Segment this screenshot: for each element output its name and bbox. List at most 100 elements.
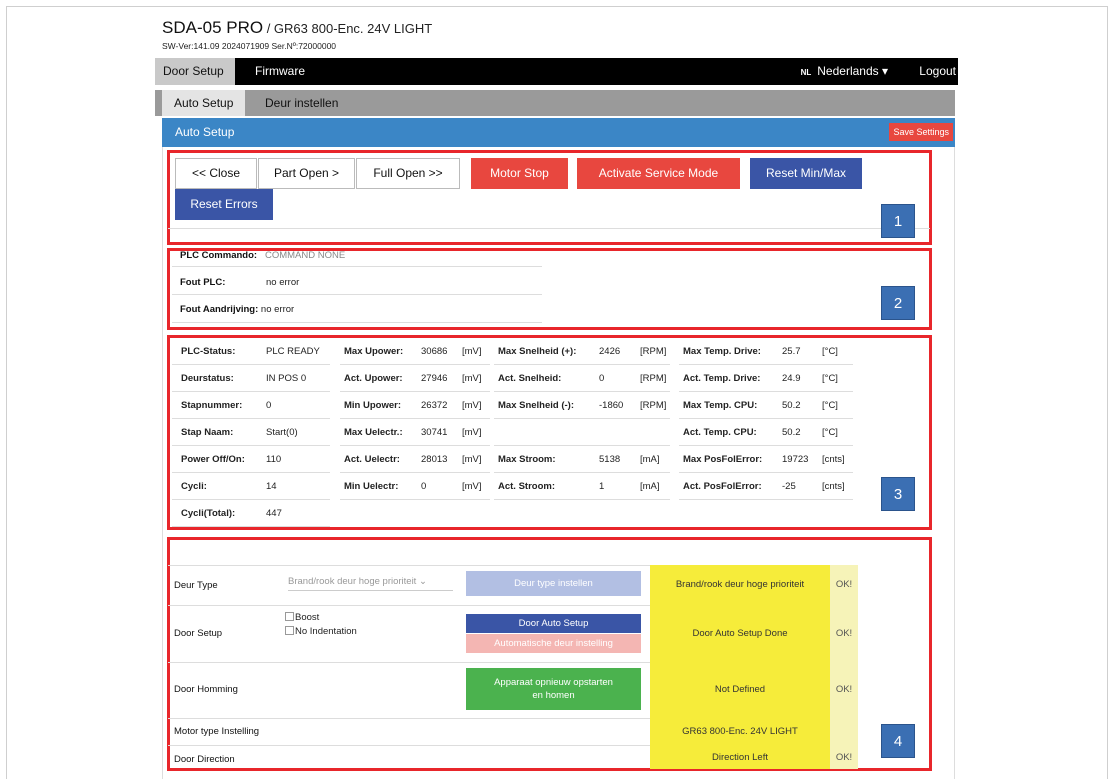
status-value: 30741 — [421, 427, 448, 438]
status-label: Max Uelectr.: — [344, 427, 403, 438]
status-unit: [cnts] — [822, 454, 845, 465]
divider — [172, 322, 542, 323]
deur-type-instellen-button[interactable]: Deur type instellen — [466, 571, 641, 596]
plc-commando-label: PLC Commando: — [180, 250, 258, 261]
status-unit: [mV] — [462, 454, 482, 465]
tab-deur-instellen[interactable]: Deur instellen — [253, 90, 350, 116]
homing-button-line-2: en homen — [532, 690, 575, 701]
divider — [679, 418, 853, 419]
status-label: Act. Temp. Drive: — [683, 373, 761, 384]
door-setup-ok: OK! — [830, 605, 858, 662]
logout-link[interactable]: Logout — [919, 58, 956, 85]
status-value: 30686 — [421, 346, 448, 357]
fout-plc-label: Fout PLC: — [180, 277, 226, 288]
divider — [494, 499, 670, 500]
status-value: -1860 — [599, 400, 624, 411]
divider — [494, 472, 670, 473]
plc-commando-value: COMMAND NONE — [264, 250, 346, 261]
tab-auto-setup[interactable]: Auto Setup — [162, 90, 246, 116]
status-label: Max Snelheid (+): — [498, 346, 577, 357]
fout-aandrijving-value: no error — [260, 304, 295, 315]
status-label: Act. Snelheid: — [498, 373, 562, 384]
homming-status: Not Defined — [650, 662, 830, 718]
status-value: 19723 — [782, 454, 809, 465]
divider — [679, 391, 853, 392]
divider — [340, 364, 490, 365]
divider — [172, 472, 330, 473]
page-header: SDA-05 PRO / GR63 800-Enc. 24V LIGHT SW-… — [162, 18, 432, 51]
divider — [340, 418, 490, 419]
status-label: Max Stroom: — [498, 454, 556, 465]
door-auto-setup-button[interactable]: Door Auto Setup — [466, 614, 641, 633]
divider — [172, 418, 330, 419]
homing-restart-button[interactable]: Apparaat opnieuw opstarten en homen — [466, 668, 641, 710]
divider — [172, 526, 330, 527]
status-unit: [mV] — [462, 346, 482, 357]
door-direction-ok: OK! — [830, 745, 858, 769]
boost-label: Boost — [295, 612, 320, 623]
save-settings-button[interactable]: Save Settings — [889, 123, 953, 141]
boost-checkbox[interactable]: Boost — [285, 612, 319, 623]
status-value: 26372 — [421, 400, 448, 411]
divider — [494, 418, 670, 419]
motor-type-label: Motor type Instelling — [174, 726, 260, 737]
main-nav: Door Setup Firmware NL Nederlands ▾ Logou… — [155, 58, 958, 85]
deur-type-ok: OK! — [830, 565, 858, 605]
homing-button-line-1: Apparaat opnieuw opstarten — [494, 677, 613, 688]
door-setup-status: Door Auto Setup Done — [650, 605, 830, 662]
divider — [172, 391, 330, 392]
divider — [340, 472, 490, 473]
status-value: 50.2 — [782, 400, 801, 411]
divider — [340, 445, 490, 446]
motor-stop-button[interactable]: Motor Stop — [471, 158, 568, 189]
divider — [494, 391, 670, 392]
divider — [172, 445, 330, 446]
reset-minmax-button[interactable]: Reset Min/Max — [750, 158, 862, 189]
status-label: Cycli: — [181, 481, 207, 492]
status-value: 0 — [266, 400, 272, 411]
status-unit: [°C] — [822, 400, 838, 411]
status-unit: [RPM] — [640, 373, 667, 384]
status-label: PLC-Status: — [181, 346, 236, 357]
version-info: SW-Ver:141.09 2024071909 Ser.Nº:72000000 — [162, 41, 337, 51]
status-unit: [cnts] — [822, 481, 845, 492]
door-direction-label: Door Direction — [174, 754, 235, 765]
status-unit: [°C] — [822, 346, 838, 357]
automatische-deur-instelling-button[interactable]: Automatische deur instelling — [466, 634, 641, 653]
fout-aandrijving: Fout Aandrijving: no error — [180, 304, 294, 315]
status-label: Act. Stroom: — [498, 481, 555, 492]
status-value: -25 — [782, 481, 796, 492]
language-label: Nederlands ▾ — [817, 64, 888, 78]
full-open-button[interactable]: Full Open >> — [356, 158, 460, 189]
status-value: 25.7 — [782, 346, 801, 357]
divider — [494, 364, 670, 365]
status-unit: [mV] — [462, 373, 482, 384]
tab-door-setup[interactable]: Door Setup — [155, 58, 235, 85]
divider — [172, 499, 330, 500]
no-indentation-checkbox[interactable]: No Indentation — [285, 626, 357, 637]
divider — [172, 294, 542, 295]
close-button[interactable]: << Close — [175, 158, 257, 189]
status-label: Stapnummer: — [181, 400, 243, 411]
language-select[interactable]: NL Nederlands ▾ — [801, 58, 888, 86]
divider — [679, 472, 853, 473]
status-label: Max Snelheid (-): — [498, 400, 575, 411]
status-value: 0 — [421, 481, 427, 492]
no-indentation-label: No Indentation — [295, 626, 357, 637]
part-open-button[interactable]: Part Open > — [258, 158, 355, 189]
status-value: 28013 — [421, 454, 448, 465]
panel-header: Auto Setup Save Settings — [162, 118, 955, 147]
status-value: 1 — [599, 481, 605, 492]
divider — [340, 391, 490, 392]
status-value: 0 — [599, 373, 605, 384]
page-title: SDA-05 PRO / GR63 800-Enc. 24V LIGHT — [162, 18, 432, 38]
sub-nav: Auto Setup Deur instellen — [155, 90, 955, 116]
reset-errors-button[interactable]: Reset Errors — [175, 189, 273, 220]
fout-plc: Fout PLC: — [180, 277, 225, 288]
service-mode-button[interactable]: Activate Service Mode — [577, 158, 740, 189]
tab-firmware[interactable]: Firmware — [247, 58, 313, 85]
deur-type-select[interactable]: Brand/rook deur hoge prioriteit ⌄ — [288, 576, 453, 591]
marker-4: 4 — [881, 724, 915, 758]
status-value: 14 — [266, 481, 277, 492]
motor-type-ok — [830, 718, 858, 745]
